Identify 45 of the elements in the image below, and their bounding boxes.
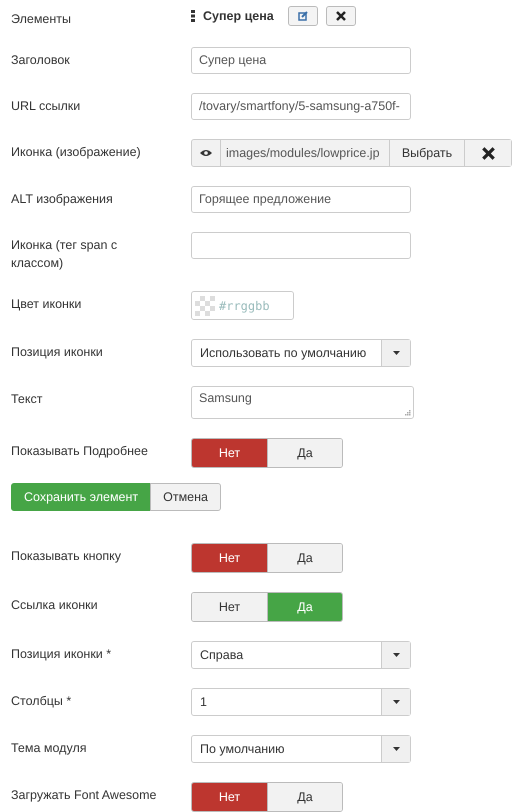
field-label: Позиция иконки [11, 344, 104, 361]
caret-icon [392, 653, 400, 657]
toggle-option[interactable]: Нет [192, 439, 267, 467]
field-label: Тема модуля [11, 740, 88, 757]
transparent-swatch-icon [195, 296, 215, 316]
field-label: ALT изображения [11, 191, 114, 208]
edit-icon [298, 11, 308, 21]
dropdown[interactable]: Справа [191, 641, 411, 669]
edit-button[interactable] [288, 6, 318, 26]
text-field[interactable]: Горящее предложение [191, 186, 411, 213]
text-field[interactable]: /tovary/smartfony/5-samsung-a750f- [191, 93, 411, 120]
toggle-option[interactable]: Да [267, 544, 342, 572]
caret-icon [392, 700, 400, 704]
field-label: Позиция иконки * [11, 646, 112, 663]
cancel-button[interactable]: Отмена [150, 483, 221, 511]
field-label: URL ссылки [11, 98, 82, 115]
field-label: Показывать кнопку [11, 548, 122, 565]
toggle-option[interactable]: Да [267, 439, 342, 467]
field-label: Текст [11, 391, 44, 408]
caret-icon [392, 747, 400, 751]
delete-button[interactable] [326, 6, 356, 26]
item-title: Супер цена [203, 9, 274, 23]
caret-icon [392, 351, 400, 355]
toggle-option[interactable]: Да [267, 783, 342, 811]
resize-grip-icon[interactable] [404, 409, 411, 416]
toggle-option[interactable]: Нет [192, 593, 267, 621]
field-label: Цвет иконки [11, 296, 82, 313]
dropdown[interactable]: По умолчанию [191, 735, 411, 763]
field-label: Элементы [11, 11, 72, 28]
close-icon [336, 11, 346, 21]
field-label: Столбцы * [11, 693, 72, 710]
field-label: Иконка (тег span с классом) [11, 237, 118, 272]
field-label: Показывать Подробнее [11, 443, 149, 460]
toggle-option[interactable]: Нет [192, 783, 267, 811]
text-field[interactable] [191, 232, 411, 259]
dropdown[interactable]: Использовать по умолчанию [191, 339, 411, 367]
field-label: Заголовок [11, 52, 71, 69]
drag-handle-icon[interactable] [191, 10, 195, 22]
text-field[interactable]: Супер цена [191, 47, 411, 74]
field-label: Иконка (изображение) [11, 144, 142, 161]
dropdown[interactable]: 1 [191, 688, 411, 716]
text-area[interactable]: Samsung [191, 386, 414, 419]
field-label: Ссылка иконки [11, 597, 99, 614]
field-label: Загружать Font Awesome [11, 787, 158, 804]
toggle-option[interactable]: Нет [192, 544, 267, 572]
